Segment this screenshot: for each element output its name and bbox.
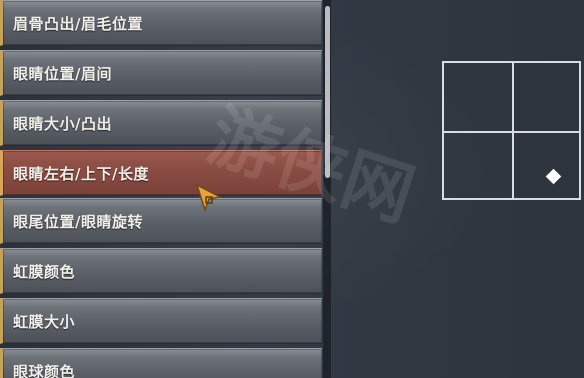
- scrollbar-thumb[interactable]: [325, 6, 330, 178]
- menu-item-label: 虹膜颜色: [13, 263, 76, 281]
- menu-item-eye-position[interactable]: 眼睛位置/眉间: [0, 50, 322, 96]
- menu-item-eyeball-color[interactable]: 眼球颜色: [0, 348, 322, 378]
- menu-item-label: 虹膜大小: [13, 313, 76, 331]
- menu-item-label: 眼球颜色: [13, 363, 76, 378]
- menu-item-label: 眼睛大小/凸出: [13, 115, 112, 133]
- menu-item-iris-size[interactable]: 虹膜大小: [0, 298, 322, 344]
- diamond-marker-icon[interactable]: [545, 168, 562, 185]
- menu-item-eye-size[interactable]: 眼睛大小/凸出: [0, 100, 322, 146]
- menu-item-brow-ridge[interactable]: 眉骨凸出/眉毛位置: [0, 0, 322, 46]
- pointer-cursor-icon: [196, 184, 222, 212]
- menu-item-label: 眉骨凸出/眉毛位置: [13, 15, 143, 33]
- eye-customization-menu: 眉骨凸出/眉毛位置 眼睛位置/眉间 眼睛大小/凸出 眼睛左右/上下/长度 眼尾位…: [0, 0, 323, 378]
- menu-item-eye-tail[interactable]: 眼尾位置/眼睛旋转: [0, 198, 322, 244]
- grid-divider-horizontal: [444, 131, 579, 133]
- menu-item-label: 眼睛左右/上下/长度: [13, 165, 149, 183]
- position-pad[interactable]: [442, 61, 581, 200]
- menu-item-eye-offset[interactable]: 眼睛左右/上下/长度: [0, 150, 322, 196]
- menu-item-label: 眼尾位置/眼睛旋转: [13, 213, 143, 231]
- menu-item-iris-color[interactable]: 虹膜颜色: [0, 248, 322, 294]
- menu-item-label: 眼睛位置/眉间: [13, 65, 112, 83]
